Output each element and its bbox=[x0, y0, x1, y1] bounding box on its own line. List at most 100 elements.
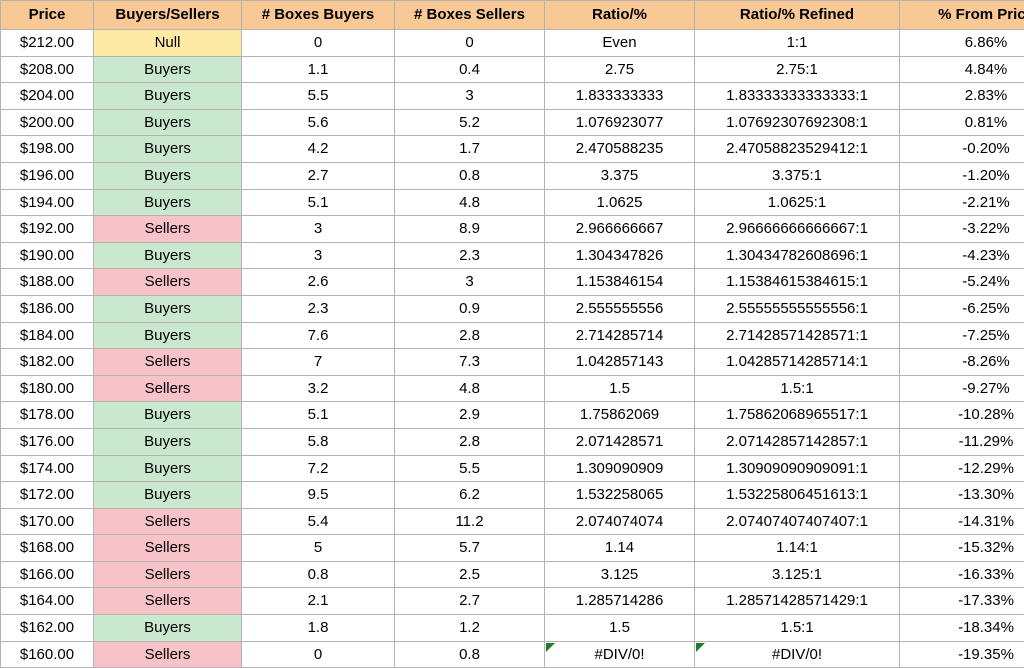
cell-boxes-buyers[interactable]: 5.8 bbox=[241, 427, 395, 456]
cell-boxes-buyers[interactable]: 0 bbox=[241, 29, 395, 57]
cell-buyers-sellers[interactable]: Sellers bbox=[93, 268, 242, 296]
cell-boxes-buyers[interactable]: 5.4 bbox=[241, 507, 395, 536]
cell-price[interactable]: $196.00 bbox=[0, 161, 94, 190]
cell-price[interactable]: $170.00 bbox=[0, 507, 94, 536]
cell-ratio[interactable]: Even bbox=[544, 29, 695, 57]
cell-pct-from-price[interactable]: -3.22% bbox=[899, 215, 1024, 243]
cell-pct-from-price[interactable]: -1.20% bbox=[899, 161, 1024, 190]
cell-ratio-refined[interactable]: 2.96666666666667:1 bbox=[694, 215, 900, 243]
cell-boxes-sellers[interactable]: 4.8 bbox=[394, 374, 545, 403]
cell-price[interactable]: $194.00 bbox=[0, 188, 94, 217]
cell-ratio-refined[interactable]: 2.75:1 bbox=[694, 55, 900, 84]
cell-pct-from-price[interactable]: -4.23% bbox=[899, 241, 1024, 270]
cell-ratio-refined[interactable]: 1.83333333333333:1 bbox=[694, 82, 900, 110]
cell-ratio-refined[interactable]: 2.47058823529412:1 bbox=[694, 135, 900, 163]
cell-buyers-sellers[interactable]: Buyers bbox=[93, 321, 242, 350]
cell-ratio-refined[interactable]: 1.14:1 bbox=[694, 534, 900, 562]
cell-buyers-sellers[interactable]: Buyers bbox=[93, 188, 242, 217]
cell-boxes-buyers[interactable]: 7.2 bbox=[241, 454, 395, 483]
cell-boxes-sellers[interactable]: 5.5 bbox=[394, 454, 545, 483]
cell-price[interactable]: $190.00 bbox=[0, 241, 94, 270]
cell-pct-from-price[interactable]: 6.86% bbox=[899, 29, 1024, 57]
cell-buyers-sellers[interactable]: Buyers bbox=[93, 481, 242, 509]
cell-ratio-refined[interactable]: 2.07142857142857:1 bbox=[694, 427, 900, 456]
cell-pct-from-price[interactable]: -11.29% bbox=[899, 427, 1024, 456]
cell-price[interactable]: $182.00 bbox=[0, 348, 94, 376]
cell-ratio-refined[interactable]: 1.75862068965517:1 bbox=[694, 401, 900, 429]
cell-price[interactable]: $160.00 bbox=[0, 640, 94, 668]
cell-ratio-refined[interactable]: 3.125:1 bbox=[694, 560, 900, 589]
cell-price[interactable]: $180.00 bbox=[0, 374, 94, 403]
cell-boxes-buyers[interactable]: 7 bbox=[241, 348, 395, 376]
cell-pct-from-price[interactable]: -18.34% bbox=[899, 614, 1024, 642]
cell-ratio-refined[interactable]: 2.07407407407407:1 bbox=[694, 507, 900, 536]
cell-ratio[interactable]: 1.833333333 bbox=[544, 82, 695, 110]
cell-price[interactable]: $166.00 bbox=[0, 560, 94, 589]
cell-boxes-sellers[interactable]: 2.8 bbox=[394, 321, 545, 350]
cell-boxes-buyers[interactable]: 3 bbox=[241, 215, 395, 243]
cell-price[interactable]: $212.00 bbox=[0, 29, 94, 57]
cell-boxes-buyers[interactable]: 4.2 bbox=[241, 135, 395, 163]
cell-boxes-sellers[interactable]: 2.5 bbox=[394, 560, 545, 589]
cell-ratio[interactable]: 2.714285714 bbox=[544, 321, 695, 350]
cell-ratio-refined[interactable]: 1:1 bbox=[694, 29, 900, 57]
cell-pct-from-price[interactable]: -17.33% bbox=[899, 587, 1024, 616]
cell-price[interactable]: $198.00 bbox=[0, 135, 94, 163]
cell-pct-from-price[interactable]: 4.84% bbox=[899, 55, 1024, 84]
cell-boxes-sellers[interactable]: 11.2 bbox=[394, 507, 545, 536]
cell-ratio[interactable]: 2.75 bbox=[544, 55, 695, 84]
cell-boxes-sellers[interactable]: 1.7 bbox=[394, 135, 545, 163]
cell-boxes-sellers[interactable]: 0.8 bbox=[394, 640, 545, 668]
cell-ratio-refined[interactable]: 1.30909090909091:1 bbox=[694, 454, 900, 483]
cell-ratio[interactable]: 3.375 bbox=[544, 161, 695, 190]
cell-ratio[interactable]: 2.555555556 bbox=[544, 294, 695, 323]
cell-boxes-sellers[interactable]: 7.3 bbox=[394, 348, 545, 376]
cell-ratio-refined[interactable]: 1.53225806451613:1 bbox=[694, 481, 900, 509]
cell-buyers-sellers[interactable]: Sellers bbox=[93, 374, 242, 403]
cell-ratio[interactable]: 1.0625 bbox=[544, 188, 695, 217]
cell-ratio-refined[interactable]: 1.28571428571429:1 bbox=[694, 587, 900, 616]
cell-ratio[interactable]: 1.153846154 bbox=[544, 268, 695, 296]
cell-pct-from-price[interactable]: 2.83% bbox=[899, 82, 1024, 110]
cell-boxes-buyers[interactable]: 9.5 bbox=[241, 481, 395, 509]
cell-boxes-buyers[interactable]: 1.8 bbox=[241, 614, 395, 642]
cell-ratio[interactable]: 2.966666667 bbox=[544, 215, 695, 243]
cell-boxes-buyers[interactable]: 5 bbox=[241, 534, 395, 562]
cell-pct-from-price[interactable]: -7.25% bbox=[899, 321, 1024, 350]
cell-ratio[interactable]: 1.042857143 bbox=[544, 348, 695, 376]
cell-buyers-sellers[interactable]: Buyers bbox=[93, 294, 242, 323]
cell-ratio[interactable]: 1.532258065 bbox=[544, 481, 695, 509]
cell-ratio-refined[interactable]: 1.5:1 bbox=[694, 374, 900, 403]
cell-buyers-sellers[interactable]: Sellers bbox=[93, 215, 242, 243]
cell-boxes-buyers[interactable]: 2.7 bbox=[241, 161, 395, 190]
cell-price[interactable]: $204.00 bbox=[0, 82, 94, 110]
cell-pct-from-price[interactable]: 0.81% bbox=[899, 108, 1024, 137]
cell-buyers-sellers[interactable]: Sellers bbox=[93, 640, 242, 668]
cell-price[interactable]: $176.00 bbox=[0, 427, 94, 456]
cell-price[interactable]: $192.00 bbox=[0, 215, 94, 243]
cell-ratio[interactable]: 3.125 bbox=[544, 560, 695, 589]
cell-ratio-refined[interactable]: 2.55555555555556:1 bbox=[694, 294, 900, 323]
cell-buyers-sellers[interactable]: Buyers bbox=[93, 454, 242, 483]
cell-buyers-sellers[interactable]: Buyers bbox=[93, 614, 242, 642]
cell-pct-from-price[interactable]: -0.20% bbox=[899, 135, 1024, 163]
cell-ratio[interactable]: 2.074074074 bbox=[544, 507, 695, 536]
cell-buyers-sellers[interactable]: Buyers bbox=[93, 401, 242, 429]
cell-buyers-sellers[interactable]: Sellers bbox=[93, 534, 242, 562]
cell-price[interactable]: $178.00 bbox=[0, 401, 94, 429]
cell-pct-from-price[interactable]: -9.27% bbox=[899, 374, 1024, 403]
cell-boxes-sellers[interactable]: 2.3 bbox=[394, 241, 545, 270]
cell-boxes-sellers[interactable]: 4.8 bbox=[394, 188, 545, 217]
cell-boxes-sellers[interactable]: 0.4 bbox=[394, 55, 545, 84]
cell-boxes-sellers[interactable]: 5.7 bbox=[394, 534, 545, 562]
cell-boxes-sellers[interactable]: 1.2 bbox=[394, 614, 545, 642]
cell-boxes-buyers[interactable]: 0 bbox=[241, 640, 395, 668]
cell-buyers-sellers[interactable]: Buyers bbox=[93, 427, 242, 456]
cell-ratio[interactable]: 2.470588235 bbox=[544, 135, 695, 163]
cell-pct-from-price[interactable]: -14.31% bbox=[899, 507, 1024, 536]
cell-boxes-sellers[interactable]: 8.9 bbox=[394, 215, 545, 243]
cell-boxes-buyers[interactable]: 1.1 bbox=[241, 55, 395, 84]
cell-boxes-buyers[interactable]: 5.5 bbox=[241, 82, 395, 110]
cell-boxes-buyers[interactable]: 3.2 bbox=[241, 374, 395, 403]
cell-boxes-sellers[interactable]: 3 bbox=[394, 82, 545, 110]
